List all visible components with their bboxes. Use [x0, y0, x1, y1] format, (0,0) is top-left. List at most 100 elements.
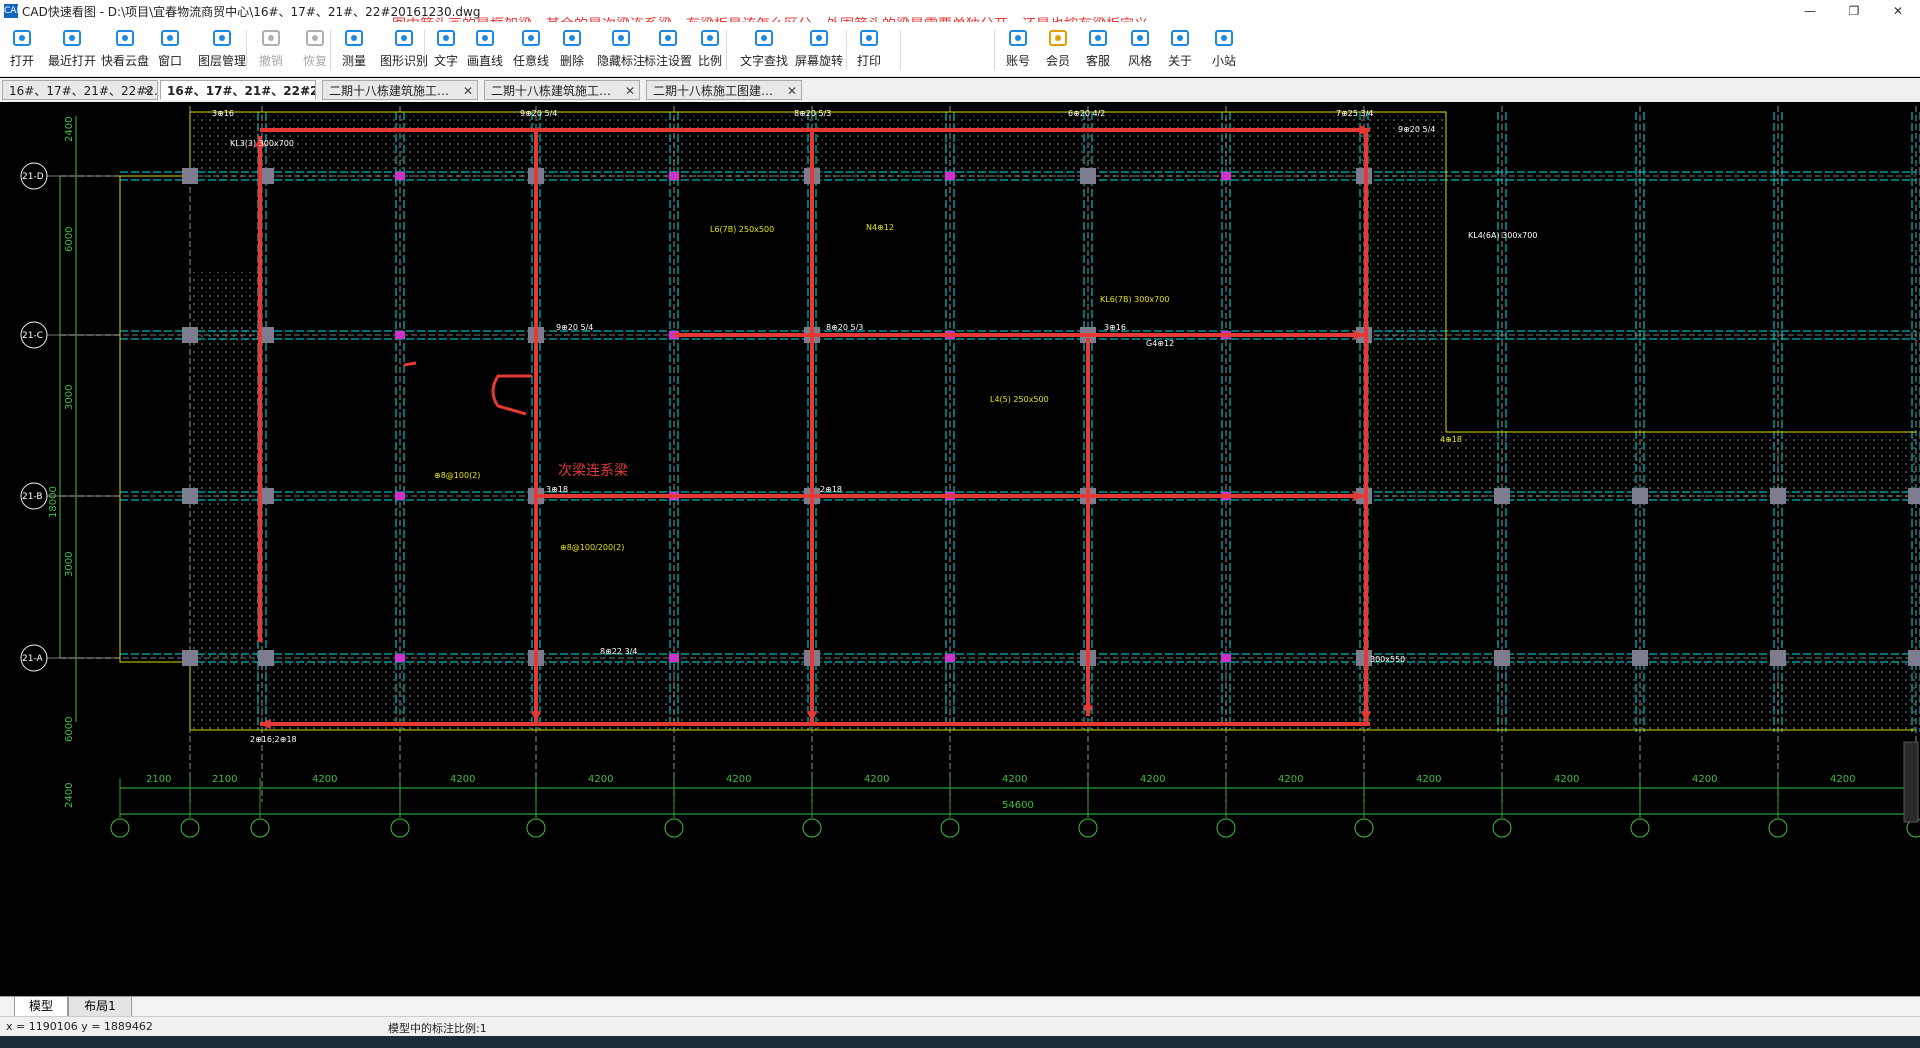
bottom-dimension: 2100: [212, 774, 237, 785]
toolbar-button-19[interactable]: 账号: [1000, 24, 1036, 74]
toolbar-button-label: 恢复: [302, 54, 327, 68]
axis-bubble-bottom: [1768, 818, 1788, 838]
stub-marker: [395, 172, 405, 180]
toolbar-button-22[interactable]: 风格: [1122, 24, 1158, 74]
beam-label: 9⊕20 5/4: [520, 109, 557, 118]
toolbar-button-9[interactable]: 文字: [432, 24, 460, 74]
toolbar-button-label: 图形识别: [379, 54, 428, 68]
toolbar-button-label: 风格: [1127, 54, 1152, 68]
window-icon: [161, 30, 179, 46]
stub-marker: [395, 654, 405, 662]
toolbar-button-13[interactable]: 隐藏标注: [596, 24, 646, 74]
bottom-dimension: 4200: [450, 774, 475, 785]
headset-icon: [1089, 30, 1107, 46]
left-dimension: 3000: [64, 552, 75, 577]
toolbar-button-3[interactable]: 窗口: [152, 24, 188, 74]
ruler-icon: [345, 30, 363, 46]
toolbar-button-10[interactable]: 画直线: [464, 24, 506, 74]
close-tab-icon[interactable]: ✕: [625, 81, 635, 99]
close-button[interactable]: ✕: [1876, 0, 1920, 22]
toolbar-button-label: 隐藏标注: [596, 54, 645, 68]
beam-label: 4⊕18: [1440, 435, 1462, 444]
bottom-dimension: 4200: [588, 774, 613, 785]
toolbar-button-23[interactable]: 关于: [1162, 24, 1198, 74]
beam-label: 9⊕20 5/4: [556, 323, 593, 332]
toolbar-button-5[interactable]: 撤销: [254, 24, 288, 74]
document-tabbar: 16#、17#、21#、22#2… ✕ 16#、17#、21#、22#2… ✕ 二期十八…: [0, 78, 1920, 103]
toolbar-button-8[interactable]: 图形识别: [378, 24, 430, 74]
document-tab-2[interactable]: 二期十八栋建筑施工… ✕: [322, 80, 478, 100]
axis-bubble-bottom: [1630, 818, 1650, 838]
beam-label: KL6(7B) 300x700: [1100, 295, 1169, 304]
toolbar-button-4[interactable]: 图层管理: [194, 24, 250, 74]
document-tab-label: 16#、17#、21#、22#2…: [167, 84, 316, 98]
close-tab-icon[interactable]: ✕: [143, 81, 153, 99]
minimize-button[interactable]: —: [1788, 0, 1832, 22]
toolbar-button-18[interactable]: 打印: [852, 24, 886, 74]
axis-bubble-bottom: [110, 818, 130, 838]
toolbar-button-7[interactable]: 测量: [336, 24, 372, 74]
axis-bubble-bottom: [940, 818, 960, 838]
document-tab-1[interactable]: 16#、17#、21#、22#2… ✕: [160, 80, 316, 100]
close-tab-icon[interactable]: ✕: [787, 81, 797, 99]
beam-label: 3⊕16: [1104, 323, 1126, 332]
toolbar-button-15[interactable]: 比例: [692, 24, 728, 74]
axis-bubble-bottom: [250, 818, 270, 838]
column: [1908, 650, 1920, 666]
toolbar-button-16[interactable]: 文字查找: [738, 24, 790, 74]
toolbar-button-20[interactable]: 会员: [1040, 24, 1076, 74]
stub-marker: [669, 172, 679, 180]
toolbar-button-1[interactable]: 最近打开: [46, 24, 98, 74]
toolbar-button-label: 会员: [1045, 54, 1070, 68]
beam-label: 3⊕18: [546, 485, 568, 494]
beam-label: N4⊕12: [866, 223, 894, 232]
axis-bubble-label: 21-A: [22, 654, 44, 664]
tab-model[interactable]: 模型: [14, 997, 68, 1017]
column: [1080, 168, 1096, 184]
column: [1908, 488, 1920, 504]
toolbar-button-11[interactable]: 任意线: [510, 24, 552, 74]
status-bar: x = 1190106 y = 1889462 模型中的标注比例:1: [0, 1016, 1920, 1037]
column: [1770, 650, 1786, 666]
toolbar-button-14[interactable]: 标注设置: [642, 24, 694, 74]
beam-label: 3⊕16: [212, 109, 234, 118]
document-tab-label: 二期十八栋建筑施工…: [491, 84, 612, 98]
left-dimension: 6000: [64, 717, 75, 742]
maximize-button[interactable]: ❐: [1832, 0, 1876, 22]
close-tab-icon[interactable]: ✕: [463, 81, 473, 99]
toolbar-button-6[interactable]: 恢复: [298, 24, 332, 74]
toolbar-button-0[interactable]: 打开: [4, 24, 40, 74]
text-icon: [437, 30, 455, 46]
rotate-icon: [810, 30, 828, 46]
os-taskbar: [0, 1036, 1920, 1048]
hide-icon: [612, 30, 630, 46]
vip-icon: [1049, 30, 1067, 46]
tab-layout1[interactable]: 布局1: [68, 997, 132, 1017]
column: [182, 650, 198, 666]
toolbar-button-12[interactable]: 删除: [554, 24, 590, 74]
toolbar-button-label: 打开: [9, 54, 34, 68]
slab-hatch: [190, 660, 1916, 730]
column: [1494, 650, 1510, 666]
annotation-bracket: [491, 374, 532, 416]
document-tab-4[interactable]: 二期十八栋施工图建… ✕: [646, 80, 802, 100]
redo-icon: [306, 30, 324, 46]
toolbar-button-label: 客服: [1085, 54, 1110, 68]
drawing-canvas[interactable]: 21-D 21-C 21-B 21-A 2400 6000 3000 18000 3000 600…: [0, 102, 1920, 996]
main-toolbar: 打开 最近打开 快看云盘 窗口 图层管理 撤销 恢复 测量 图形识别 文字 画直线 任意线 删除 隐藏标注…: [0, 22, 1920, 77]
bottom-dimension: 4200: [1830, 774, 1855, 785]
axis-bubble-label: 21-D: [22, 172, 44, 182]
stub-marker: [1221, 654, 1231, 662]
toolbar-button-2[interactable]: 快看云盘: [100, 24, 150, 74]
toolbar-button-label: 账号: [1005, 54, 1030, 68]
beam-label: KL4(6A) 300x700: [1468, 231, 1537, 240]
close-tab-icon[interactable]: ✕: [301, 81, 311, 99]
toolbar-button-17[interactable]: 屏幕旋转: [792, 24, 846, 74]
toolbar-button-24[interactable]: 小站: [1206, 24, 1242, 74]
bottom-dimension: 4200: [1692, 774, 1717, 785]
document-tab-3[interactable]: 二期十八栋建筑施工… ✕: [484, 80, 640, 100]
stub-marker: [945, 172, 955, 180]
toolbar-button-21[interactable]: 客服: [1080, 24, 1116, 74]
column: [182, 168, 198, 184]
document-tab-0[interactable]: 16#、17#、21#、22#2… ✕: [2, 80, 158, 100]
